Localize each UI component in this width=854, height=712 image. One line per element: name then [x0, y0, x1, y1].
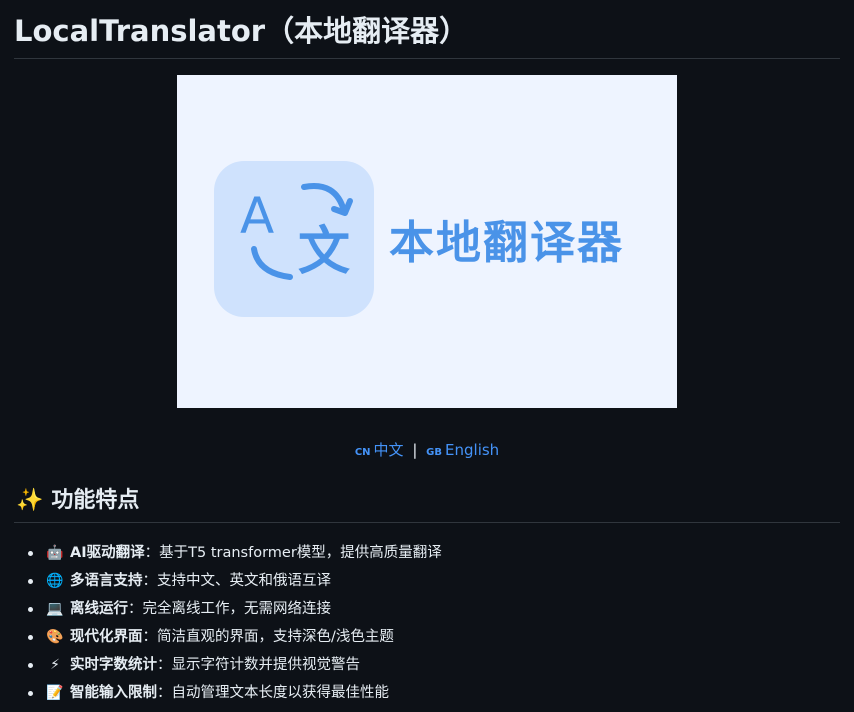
- list-item: 🎨 现代化界面：简洁直观的界面，支持深色/浅色主题: [28, 623, 840, 651]
- banner-image: A 文 本地翻译器: [177, 75, 677, 408]
- feature-description: ：支持中文、英文和俄语互译: [142, 573, 332, 589]
- globe-icon: 🌐: [46, 573, 64, 589]
- feature-description: ：简洁直观的界面，支持深色/浅色主题: [142, 629, 394, 645]
- feature-description: ：基于T5 transformer模型，提供高质量翻译: [144, 545, 442, 561]
- link-english-label: English: [445, 441, 500, 459]
- feature-description: ：自动管理文本长度以获得最佳性能: [157, 685, 389, 701]
- translate-icon: A 文: [214, 161, 374, 317]
- readme-page: LocalTranslator（本地翻译器） A 文 本地翻译器 CN 中文 |…: [0, 0, 854, 712]
- lightning-icon: ⚡: [50, 657, 60, 673]
- banner-title: 本地翻译器: [389, 216, 625, 269]
- feature-name: 多语言支持: [70, 573, 143, 589]
- svg-text:A: A: [240, 187, 274, 245]
- feature-description: ：显示字符计数并提供视觉警告: [157, 657, 360, 673]
- link-english[interactable]: GB English: [426, 441, 499, 459]
- list-item: 📝 智能输入限制：自动管理文本长度以获得最佳性能: [28, 679, 840, 707]
- list-item: ⚡ 实时字数统计：显示字符计数并提供视觉警告: [28, 651, 840, 679]
- language-links: CN 中文 | GB English: [14, 439, 840, 461]
- page-title: LocalTranslator（本地翻译器）: [14, 0, 840, 59]
- features-heading-text: 功能特点: [51, 488, 140, 513]
- feature-name: 离线运行: [70, 601, 128, 617]
- robot-icon: 🤖: [46, 545, 64, 561]
- link-chinese-label: 中文: [373, 441, 404, 459]
- language-separator: |: [412, 441, 418, 459]
- feature-name: 现代化界面: [70, 629, 143, 645]
- feature-name: AI驱动翻译: [70, 545, 145, 561]
- banner-container: A 文 本地翻译器: [14, 75, 840, 408]
- laptop-icon: 💻: [46, 601, 64, 617]
- gb-flag-icon: GB: [426, 447, 443, 458]
- memo-icon: 📝: [46, 685, 64, 701]
- feature-name: 智能输入限制: [70, 685, 157, 701]
- link-chinese[interactable]: CN 中文: [355, 441, 409, 459]
- cn-flag-icon: CN: [354, 447, 371, 458]
- palette-icon: 🎨: [46, 629, 64, 645]
- feature-name: 实时字数统计: [70, 657, 157, 673]
- features-heading: ✨ 功能特点: [14, 484, 840, 523]
- list-item: 💻 离线运行：完全离线工作，无需网络连接: [28, 595, 840, 623]
- svg-text:文: 文: [298, 222, 350, 282]
- sparkles-icon: ✨: [16, 488, 44, 513]
- list-item: 🤖 AI驱动翻译：基于T5 transformer模型，提供高质量翻译: [28, 539, 840, 567]
- feature-description: ：完全离线工作，无需网络连接: [128, 601, 331, 617]
- list-item: 🌐 多语言支持：支持中文、英文和俄语互译: [28, 567, 840, 595]
- feature-list: 🤖 AI驱动翻译：基于T5 transformer模型，提供高质量翻译 🌐 多语言支…: [14, 539, 840, 707]
